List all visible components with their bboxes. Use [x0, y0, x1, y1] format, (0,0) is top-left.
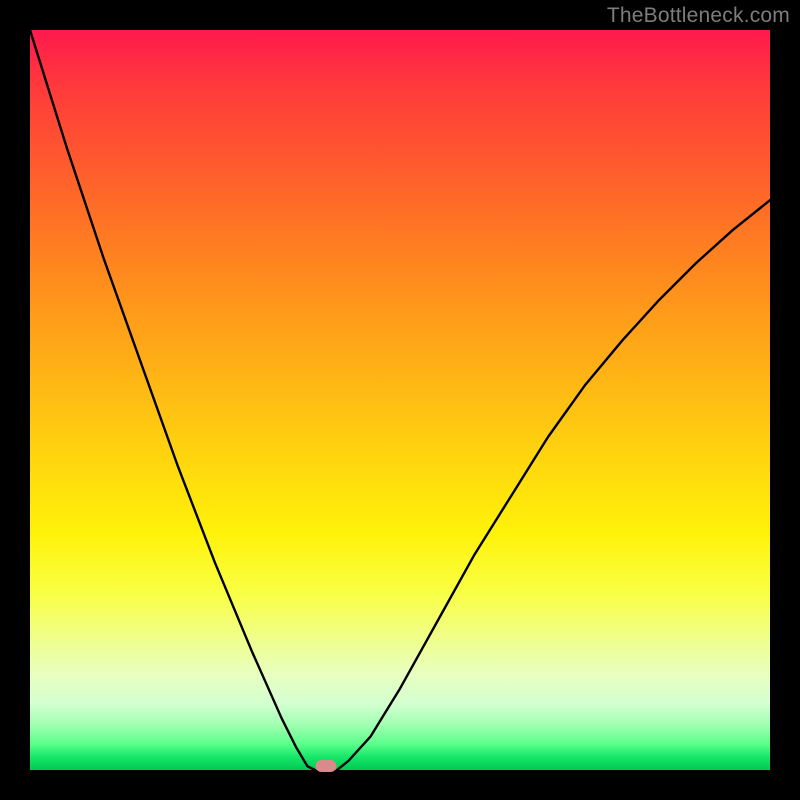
chart-frame: TheBottleneck.com — [0, 0, 800, 800]
watermark-text: TheBottleneck.com — [607, 4, 790, 28]
curve-right-branch — [337, 200, 770, 770]
curve-svg — [30, 30, 770, 770]
plot-area — [30, 30, 770, 770]
curve-left-branch — [30, 30, 315, 770]
optimal-marker — [316, 760, 337, 772]
